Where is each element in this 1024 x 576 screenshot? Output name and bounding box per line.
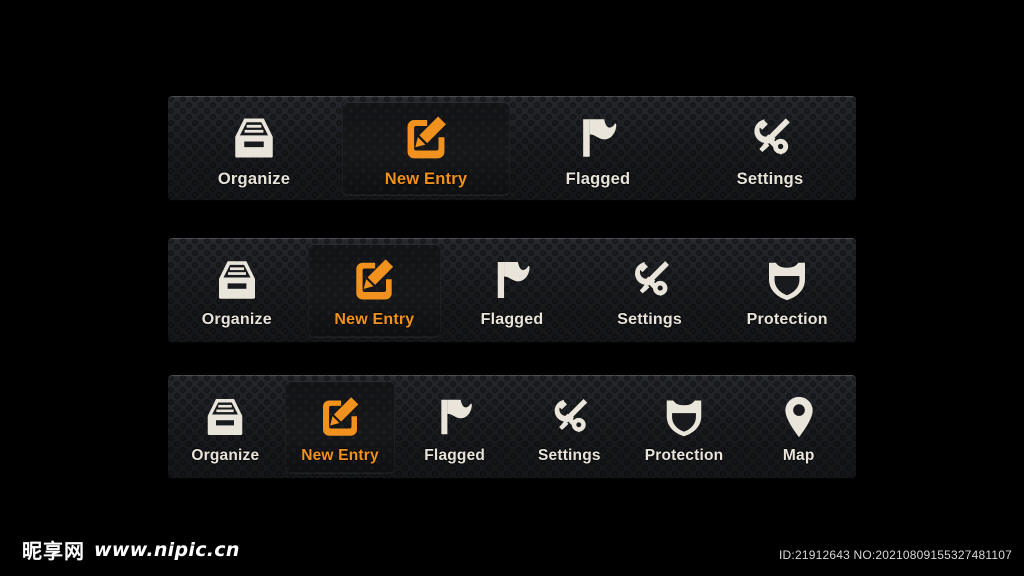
toolbar-button-label: Settings [736, 169, 804, 188]
toolbar-button-organize[interactable]: Organize [170, 102, 338, 195]
toolbar-button-organize[interactable]: Organize [170, 381, 281, 473]
toolbar-button-settings[interactable]: Settings [686, 102, 854, 195]
watermark-url: www.nipic.cn [94, 538, 240, 561]
toolbar-6-items: Organize New Entry Flagged Settings Protecti… [168, 375, 856, 479]
shield-icon [763, 256, 811, 304]
toolbar-button-flagged[interactable]: Flagged [514, 102, 682, 195]
toolbar-button-new-entry[interactable]: New Entry [307, 244, 442, 337]
shield-icon [661, 394, 707, 440]
flag-icon [573, 113, 623, 163]
toolbar-button-label: Organize [191, 446, 260, 464]
toolbar-button-organize[interactable]: Organize [170, 244, 304, 337]
map-pin-icon [776, 394, 822, 440]
toolbar-button-protection[interactable]: Protection [629, 381, 740, 473]
toolbar-button-label: New Entry [301, 446, 379, 464]
toolbar-5-items: Organize New Entry Flagged Settings Protecti… [168, 238, 856, 343]
toolbar-button-label: New Entry [384, 169, 468, 188]
toolbar-button-protection[interactable]: Protection [720, 244, 854, 337]
toolbar-button-new-entry[interactable]: New Entry [342, 102, 510, 195]
toolbar-button-label: Organize [201, 311, 272, 328]
toolbar-button-flagged[interactable]: Flagged [445, 244, 579, 337]
flag-icon [488, 256, 536, 304]
asset-id-label: ID:21912643 NO:20210809155327481107 [779, 548, 1012, 562]
toolbar-button-label: Organize [217, 169, 291, 188]
toolbar-button-settings[interactable]: Settings [583, 244, 717, 337]
toolbar-button-label: Settings [537, 446, 601, 464]
compose-pencil-icon [401, 113, 451, 163]
toolbar-4-items: Organize New Entry Flagged Settings [168, 96, 856, 201]
wrench-screwdriver-icon [745, 113, 795, 163]
toolbar-button-new-entry[interactable]: New Entry [284, 381, 396, 473]
archive-tray-icon [213, 256, 261, 304]
toolbar-button-label: Flagged [480, 311, 544, 328]
toolbar-button-label: Settings [617, 311, 682, 328]
compose-pencil-icon [350, 256, 398, 304]
watermark-logo-text: 昵享网 [22, 539, 85, 563]
toolbar-button-label: Protection [746, 311, 828, 328]
wrench-screwdriver-icon [626, 256, 674, 304]
toolbar-button-flagged[interactable]: Flagged [399, 381, 510, 473]
toolbar-button-label: Flagged [565, 169, 631, 188]
archive-tray-icon [202, 394, 248, 440]
compose-pencil-icon [317, 394, 363, 440]
flag-icon [432, 394, 478, 440]
toolbar-button-label: New Entry [334, 311, 415, 328]
watermark: 昵享网 www.nipic.cn [22, 535, 240, 564]
toolbar-button-settings[interactable]: Settings [514, 381, 625, 473]
archive-tray-icon [229, 113, 279, 163]
toolbar-button-label: Flagged [424, 446, 486, 464]
toolbar-button-label: Map [782, 446, 815, 464]
toolbar-button-label: Protection [644, 446, 724, 464]
toolbar-button-map[interactable]: Map [743, 381, 854, 473]
wrench-screwdriver-icon [546, 394, 592, 440]
